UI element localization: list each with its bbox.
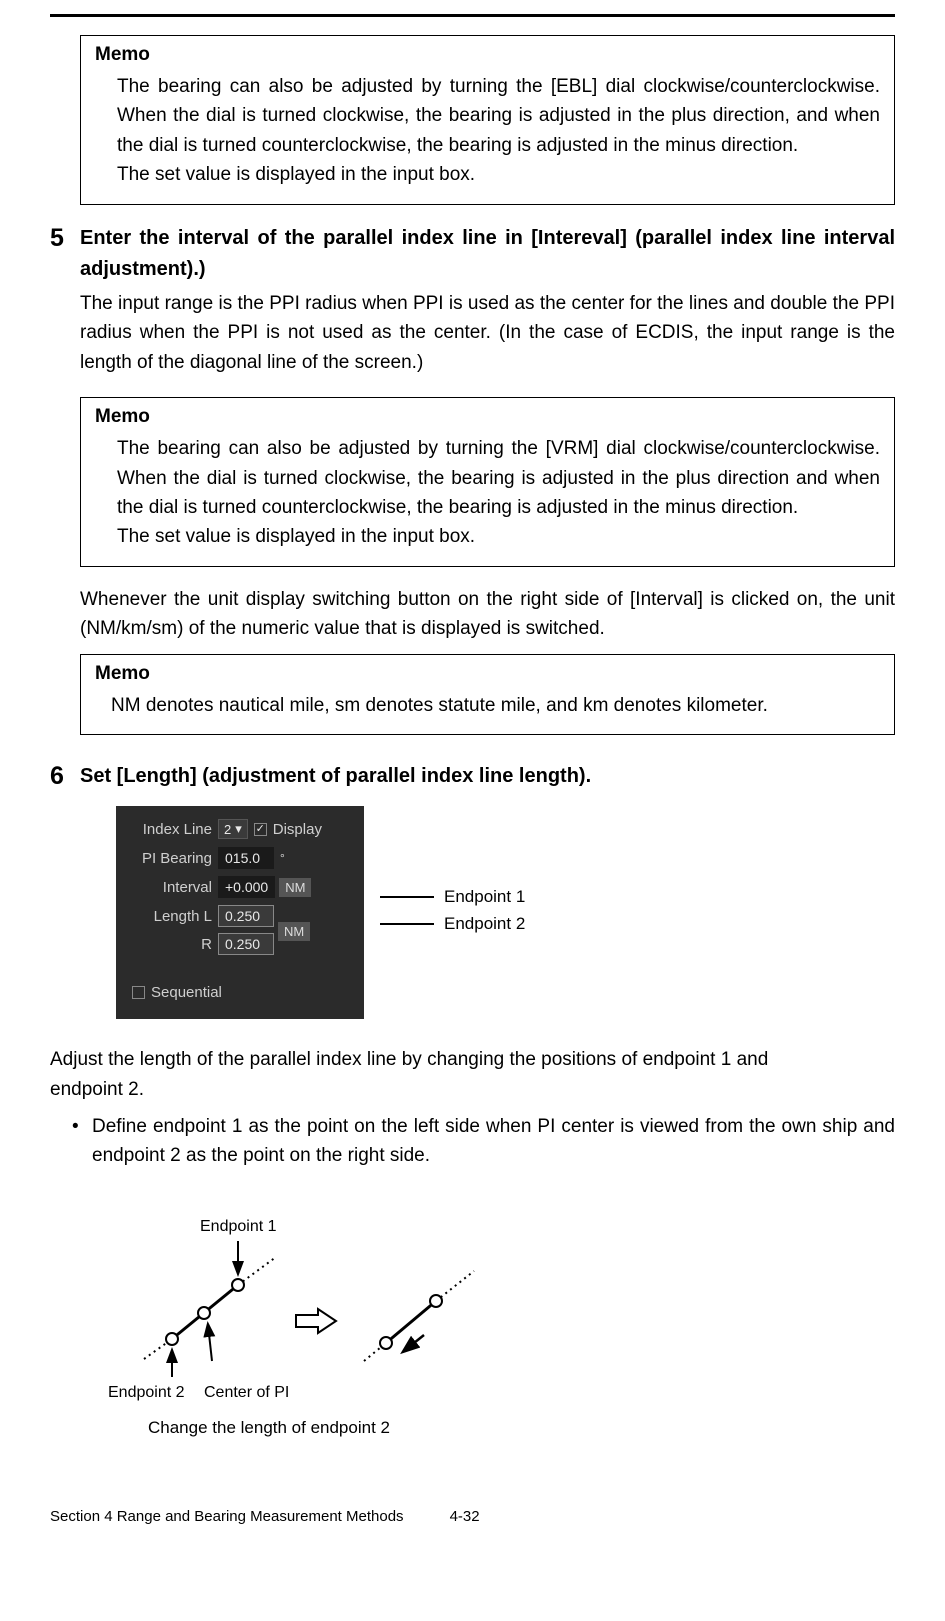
top-rule: [50, 14, 895, 17]
interval-input[interactable]: +0.000: [218, 876, 275, 898]
memo-body: The bearing can also be adjusted by turn…: [95, 434, 880, 552]
memo-title: Memo: [95, 44, 880, 66]
memo-box-units: Memo NM denotes nautical mile, sm denote…: [80, 654, 895, 735]
diagram-caption: Change the length of endpoint 2: [148, 1418, 508, 1438]
footer-section: Section 4 Range and Bearing Measurement …: [50, 1508, 404, 1525]
sequential-checkbox[interactable]: Sequential: [132, 984, 222, 1001]
display-checkbox[interactable]: Display: [254, 821, 322, 838]
interval-label: Interval: [126, 879, 218, 896]
memo-title: Memo: [95, 406, 880, 428]
length-r-label: R: [126, 936, 218, 953]
page-footer: Section 4 Range and Bearing Measurement …: [50, 1508, 895, 1525]
degree-icon: °: [280, 851, 285, 865]
step-description: The input range is the PPI radius when P…: [80, 289, 895, 377]
bullet-icon: •: [72, 1112, 92, 1171]
callout-column: Endpoint 1 Endpoint 2: [364, 806, 525, 942]
length-l-label: Length L: [126, 908, 218, 925]
interval-unit-para: Whenever the unit display switching butt…: [80, 585, 895, 644]
checkbox-icon: [132, 986, 145, 999]
memo-body: NM denotes nautical mile, sm denotes sta…: [95, 691, 880, 720]
length-r-input[interactable]: 0.250: [218, 933, 274, 955]
checkbox-icon: [254, 823, 267, 836]
step-heading: Enter the interval of the parallel index…: [80, 223, 895, 285]
index-line-dropdown[interactable]: 2 ▾: [218, 819, 248, 839]
memo-title: Memo: [95, 663, 880, 685]
step-number: 6: [50, 761, 80, 791]
leader-line: [380, 923, 434, 925]
callout-endpoint-1: Endpoint 1: [444, 888, 525, 905]
pi-bearing-label: PI Bearing: [126, 850, 218, 867]
leader-line: [380, 896, 434, 898]
step-heading: Set [Length] (adjustment of parallel ind…: [80, 761, 895, 792]
chevron-down-icon: ▾: [235, 821, 242, 837]
adjust-paragraph: Adjust the length of the parallel index …: [50, 1045, 845, 1104]
pi-bearing-input[interactable]: 015.0: [218, 847, 274, 869]
sequential-label: Sequential: [151, 984, 222, 1001]
index-line-value: 2: [224, 822, 231, 837]
memo-box-ebl: Memo The bearing can also be adjusted by…: [80, 35, 895, 205]
pi-settings-panel: Index Line 2 ▾ Display PI Bearing: [116, 806, 364, 1019]
dia-endpoint2-label: Endpoint 2: [108, 1384, 185, 1401]
display-label: Display: [273, 821, 322, 838]
memo-box-vrm: Memo The bearing can also be adjusted by…: [80, 397, 895, 567]
bullet-text: Define endpoint 1 as the point on the le…: [92, 1112, 895, 1171]
bullet-item: • Define endpoint 1 as the point on the …: [72, 1112, 895, 1171]
step-5: 5 Enter the interval of the parallel ind…: [50, 223, 895, 377]
step-6: 6 Set [Length] (adjustment of parallel i…: [50, 761, 895, 1019]
length-unit-button[interactable]: NM: [278, 922, 310, 941]
endpoint-diagram: Endpoint 1 Endpoint 2 Center of PI Chang…: [108, 1201, 508, 1438]
memo-body: The bearing can also be adjusted by turn…: [95, 72, 880, 190]
callout-endpoint-2: Endpoint 2: [444, 915, 525, 932]
dia-center-label: Center of PI: [204, 1384, 289, 1401]
length-l-input[interactable]: 0.250: [218, 905, 274, 927]
interval-unit-button[interactable]: NM: [279, 878, 311, 897]
footer-page: 4-32: [450, 1508, 480, 1525]
step-number: 5: [50, 223, 80, 253]
index-line-label: Index Line: [126, 821, 218, 838]
dia-endpoint1-label: Endpoint 1: [200, 1218, 277, 1235]
